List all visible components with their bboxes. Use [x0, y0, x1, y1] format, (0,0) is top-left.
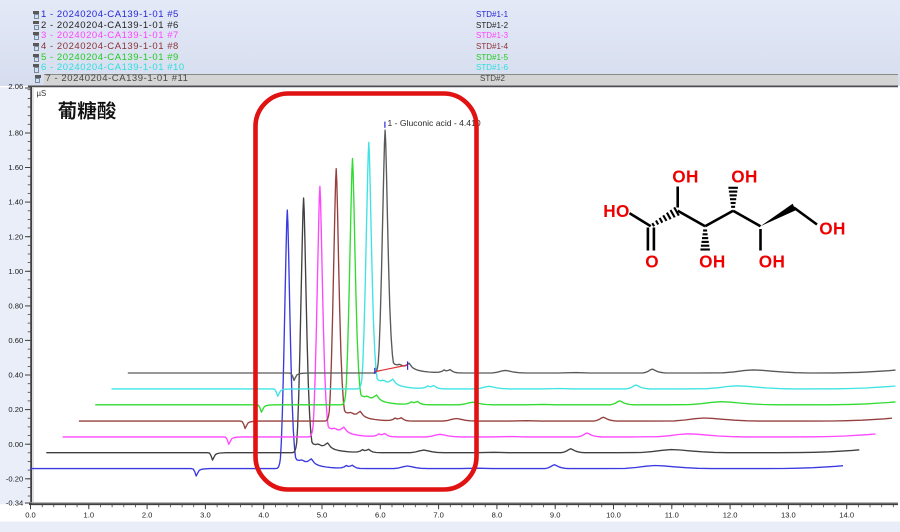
svg-text:10.0: 10.0 [606, 511, 621, 520]
svg-text:1.60: 1.60 [8, 163, 23, 172]
svg-text:-0.34: -0.34 [6, 499, 23, 508]
svg-text:1.0: 1.0 [84, 511, 95, 520]
svg-text:HO: HO [603, 201, 630, 221]
svg-text:2.06: 2.06 [8, 82, 23, 91]
svg-text:12.0: 12.0 [723, 511, 738, 520]
svg-text:9.0: 9.0 [550, 511, 561, 520]
svg-text:0.00: 0.00 [8, 440, 23, 449]
svg-text:8.0: 8.0 [492, 511, 503, 520]
svg-text:1.40: 1.40 [8, 198, 23, 207]
svg-text:1.00: 1.00 [8, 267, 23, 276]
svg-text:0.80: 0.80 [8, 302, 23, 311]
svg-text:OH: OH [731, 167, 758, 187]
svg-text:5.0: 5.0 [317, 511, 328, 520]
svg-text:0.40: 0.40 [8, 371, 23, 380]
svg-text:1.80: 1.80 [8, 129, 23, 138]
svg-text:1 - Gluconic acid - 4.410: 1 - Gluconic acid - 4.410 [388, 118, 481, 128]
svg-text:3.0: 3.0 [200, 511, 211, 520]
svg-text:OH: OH [819, 219, 846, 239]
svg-text:0.0: 0.0 [25, 511, 36, 520]
svg-text:14.0: 14.0 [839, 511, 854, 520]
svg-text:4.0: 4.0 [258, 511, 269, 520]
svg-text:-0.20: -0.20 [6, 474, 23, 483]
svg-text:O: O [645, 252, 659, 272]
svg-text:7.0: 7.0 [433, 511, 444, 520]
svg-text:0.20: 0.20 [8, 405, 23, 414]
svg-text:0.60: 0.60 [8, 336, 23, 345]
svg-text:OH: OH [672, 167, 699, 187]
svg-text:6.0: 6.0 [375, 511, 386, 520]
svg-text:µS: µS [37, 89, 47, 98]
svg-text:2.0: 2.0 [142, 511, 153, 520]
svg-text:11.0: 11.0 [665, 511, 679, 520]
svg-text:OH: OH [699, 252, 726, 272]
svg-text:OH: OH [759, 252, 786, 272]
svg-text:1.20: 1.20 [8, 232, 23, 241]
svg-text:13.0: 13.0 [781, 511, 796, 520]
